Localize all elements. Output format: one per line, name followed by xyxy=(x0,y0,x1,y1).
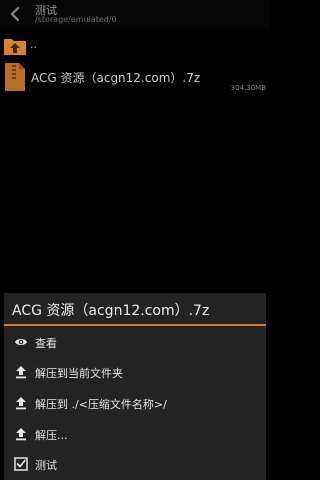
menu-label-extract-here: 解压到当前文件夹 xyxy=(35,367,123,380)
context-menu-sheet: ACG 资源（acgn12.com）.7z 查看 解压到当前文件夹 解压到 ./… xyxy=(4,293,266,480)
folder-up-icon xyxy=(4,39,26,55)
upload-icon xyxy=(16,428,26,441)
sheet-title: ACG 资源（acgn12.com）.7z xyxy=(12,303,210,319)
checkbox-icon xyxy=(14,457,28,471)
file-size: 304.30MB xyxy=(230,84,266,92)
menu-item-extract-to-folder[interactable]: 解压到 ./<压缩文件名称>/ xyxy=(4,388,266,418)
menu-item-extract-here[interactable]: 解压到当前文件夹 xyxy=(4,357,266,387)
menu-item-view[interactable]: 查看 xyxy=(4,327,266,357)
archive-file-icon xyxy=(5,63,25,91)
upload-icon xyxy=(16,397,26,410)
header-path: /storage/emulated/0 xyxy=(35,15,117,24)
eye-icon xyxy=(15,339,27,345)
back-arrow-icon[interactable] xyxy=(9,7,21,21)
file-name: ACG 资源（acgn12.com）.7z xyxy=(31,71,201,85)
file-row[interactable]: ACG 资源（acgn12.com）.7z 304.30MB xyxy=(0,60,270,96)
sheet-divider xyxy=(4,324,266,326)
screen: 测试 /storage/emulated/0 .. ACG 资源（acgn12.… xyxy=(0,0,270,480)
menu-label-test: 测试 xyxy=(35,459,57,472)
app-header: 测试 /storage/emulated/0 xyxy=(0,0,270,28)
parent-directory-label: .. xyxy=(30,38,37,51)
upload-icon xyxy=(16,366,26,379)
menu-item-test[interactable]: 测试 xyxy=(4,449,266,479)
menu-item-extract[interactable]: 解压... xyxy=(4,419,266,449)
menu-label-extract-to-folder: 解压到 ./<压缩文件名称>/ xyxy=(35,398,167,411)
parent-directory-row[interactable]: .. xyxy=(0,32,270,60)
menu-label-view: 查看 xyxy=(35,337,57,350)
menu-label-extract: 解压... xyxy=(35,429,68,442)
